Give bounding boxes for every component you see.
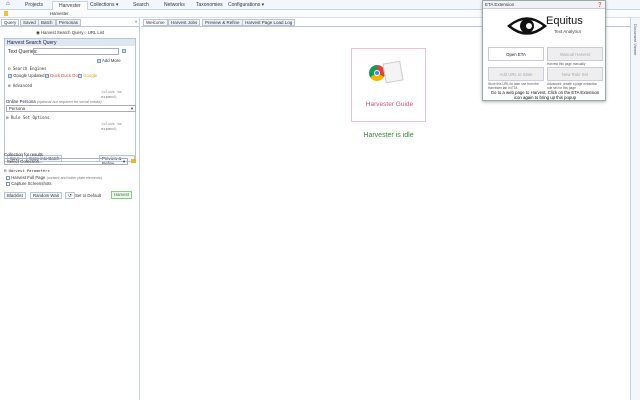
document-viewer-label: Document Viewer	[633, 24, 638, 56]
tab-batch[interactable]: Batch	[38, 19, 56, 26]
breadcrumb-item[interactable]: Harvester	[50, 11, 69, 16]
engine-google-updated[interactable]: Google Updated	[8, 73, 45, 78]
tab-personas[interactable]: Personas	[56, 19, 82, 26]
engine-label: Duck Duck Go	[50, 73, 78, 78]
radio-url-list[interactable]: ○ URL List	[84, 30, 104, 35]
add-more-button[interactable]: Add More	[97, 58, 121, 63]
popup-title-text: ETA Extension	[485, 2, 515, 7]
document-icon	[382, 60, 404, 84]
brand-tagline: Text Analytics	[554, 29, 582, 34]
rule-hint: Advanced: create a page extraction rule …	[547, 82, 598, 90]
search-engines-toggle[interactable]: ⊟ Search Engines	[8, 66, 47, 71]
engine-label: Google Updated	[13, 73, 45, 78]
persona-hint: (optional but required for social media)	[36, 100, 102, 104]
expand-hint[interactable]: (click to expand)	[101, 89, 135, 99]
engine-google[interactable]: Google	[78, 73, 97, 78]
tab-preview-refine[interactable]: Preview & Refine	[202, 19, 243, 26]
expand-hint[interactable]: (click to expand)	[101, 121, 135, 131]
set-default-link[interactable]: Set to Default	[75, 193, 101, 198]
engine-label: Google	[83, 73, 98, 78]
random-wait-button[interactable]: Random Wait	[30, 192, 62, 199]
engine-duckduckgo[interactable]: Duck Duck Go	[45, 73, 78, 78]
tab-harvest-jobs[interactable]: Harvest Jobs	[168, 19, 201, 26]
collapse-icon[interactable]: «	[135, 19, 137, 24]
rule-set-toggle[interactable]: ⊞ Rule Set Options	[6, 115, 49, 120]
harvester-guide-label: Harvester Guide	[365, 101, 414, 108]
tab-query[interactable]: Query	[1, 19, 20, 26]
nav-taxonomies[interactable]: Taxonomies	[196, 2, 223, 8]
persona-value: Persona	[9, 106, 26, 111]
text-queries-input[interactable]	[33, 48, 119, 55]
tab-saved[interactable]: Saved	[20, 19, 39, 26]
harvest-params-toggle[interactable]: ⊟ Harvest Parameters	[4, 168, 50, 173]
manual-harvest-button[interactable]: Manual Harvest	[547, 47, 603, 61]
checkbox-label: Capture Screenshots	[11, 181, 52, 186]
harvester-guide-card[interactable]: Harvester Guide	[351, 48, 426, 122]
tab-harvest-load-log[interactable]: Harvest Page Load Log	[242, 19, 296, 26]
harvest-button[interactable]: Harvest	[111, 191, 132, 199]
eye-logo-icon	[507, 17, 547, 35]
home-icon[interactable]: ⌂	[6, 1, 10, 7]
section-label: Advanced	[12, 83, 33, 88]
nav-configurations[interactable]: Configurations ▾	[228, 2, 264, 8]
checkbox-label: Harvest Full Page	[11, 175, 46, 180]
eta-extension-popup: ETA Extension ❓ Equitus Text Analytics Op…	[482, 0, 606, 101]
persona-select[interactable]: Persona ▾	[6, 105, 136, 112]
section-label: Rule Set Options	[10, 115, 50, 120]
nav-collections[interactable]: Collections ▾	[90, 2, 118, 8]
folder-icon[interactable]	[131, 159, 136, 163]
add-more-label: Add More	[101, 58, 121, 63]
open-eta-button[interactable]: Open ETA	[488, 47, 544, 61]
spellcheck-icon[interactable]	[122, 49, 126, 53]
add-url-hint: Store this URL for later use from the Ha…	[488, 82, 539, 90]
radio-search-query[interactable]: ◉ Harvest Search Query	[36, 30, 83, 36]
radio-label: Harvest Search Query	[40, 30, 84, 35]
nav-projects[interactable]: Projects	[25, 2, 43, 8]
blacklist-button[interactable]: Blacklist	[4, 192, 26, 199]
harvest-search-query-panel: Harvest Search Query Text Queries: Add M…	[4, 38, 136, 166]
section-label: Search Engines	[12, 66, 47, 71]
collection-select[interactable]: Select Collection... ▾	[4, 158, 128, 165]
panel-title: Harvest Search Query	[5, 39, 135, 46]
help-icon[interactable]: ❓	[597, 2, 603, 8]
nav-harvester[interactable]: Harvester	[52, 1, 88, 10]
document-viewer-strip[interactable]: Document Viewer	[630, 18, 640, 400]
popup-footer: Go to a web page to Harvest. Click on th…	[490, 90, 600, 100]
full-page-checkbox[interactable]: Harvest Full Page (content and boiler pl…	[6, 175, 102, 180]
checkbox-hint: (content and boiler plate elements)	[46, 176, 102, 180]
harvester-status: Harvester is idle	[363, 132, 414, 139]
persona-label-text: Online Persona	[6, 99, 36, 104]
manual-hint: Harvest this page manually	[547, 62, 586, 66]
nav-search[interactable]: Search	[133, 2, 149, 8]
brand-name: Equitus	[546, 15, 583, 27]
chevron-down-icon: ▾	[130, 106, 133, 111]
collection-label: Collection for results	[4, 152, 43, 157]
add-url-button[interactable]: Add URL to Slate	[488, 67, 544, 81]
new-rule-set-button[interactable]: New Rule Set	[547, 67, 603, 81]
screenshots-checkbox[interactable]: Capture Screenshots	[6, 181, 52, 186]
nav-networks[interactable]: Networks	[164, 2, 185, 8]
radio-label: URL List	[87, 30, 105, 35]
left-panel: Query Saved Batch Personas « ◉ Harvest S…	[0, 18, 140, 400]
section-label: Harvest Parameters	[8, 168, 50, 173]
folder-icon	[4, 11, 8, 16]
persona-label: Online Persona (optional but required fo…	[6, 99, 102, 104]
advanced-toggle[interactable]: ⊞ Advanced	[8, 83, 32, 88]
popup-title: ETA Extension ❓	[483, 1, 605, 9]
tab-welcome[interactable]: Welcome	[143, 19, 168, 26]
reset-icon[interactable]: ↺	[65, 192, 75, 199]
collection-placeholder: Select Collection...	[7, 159, 43, 164]
chevron-down-icon: ▾	[122, 159, 125, 164]
